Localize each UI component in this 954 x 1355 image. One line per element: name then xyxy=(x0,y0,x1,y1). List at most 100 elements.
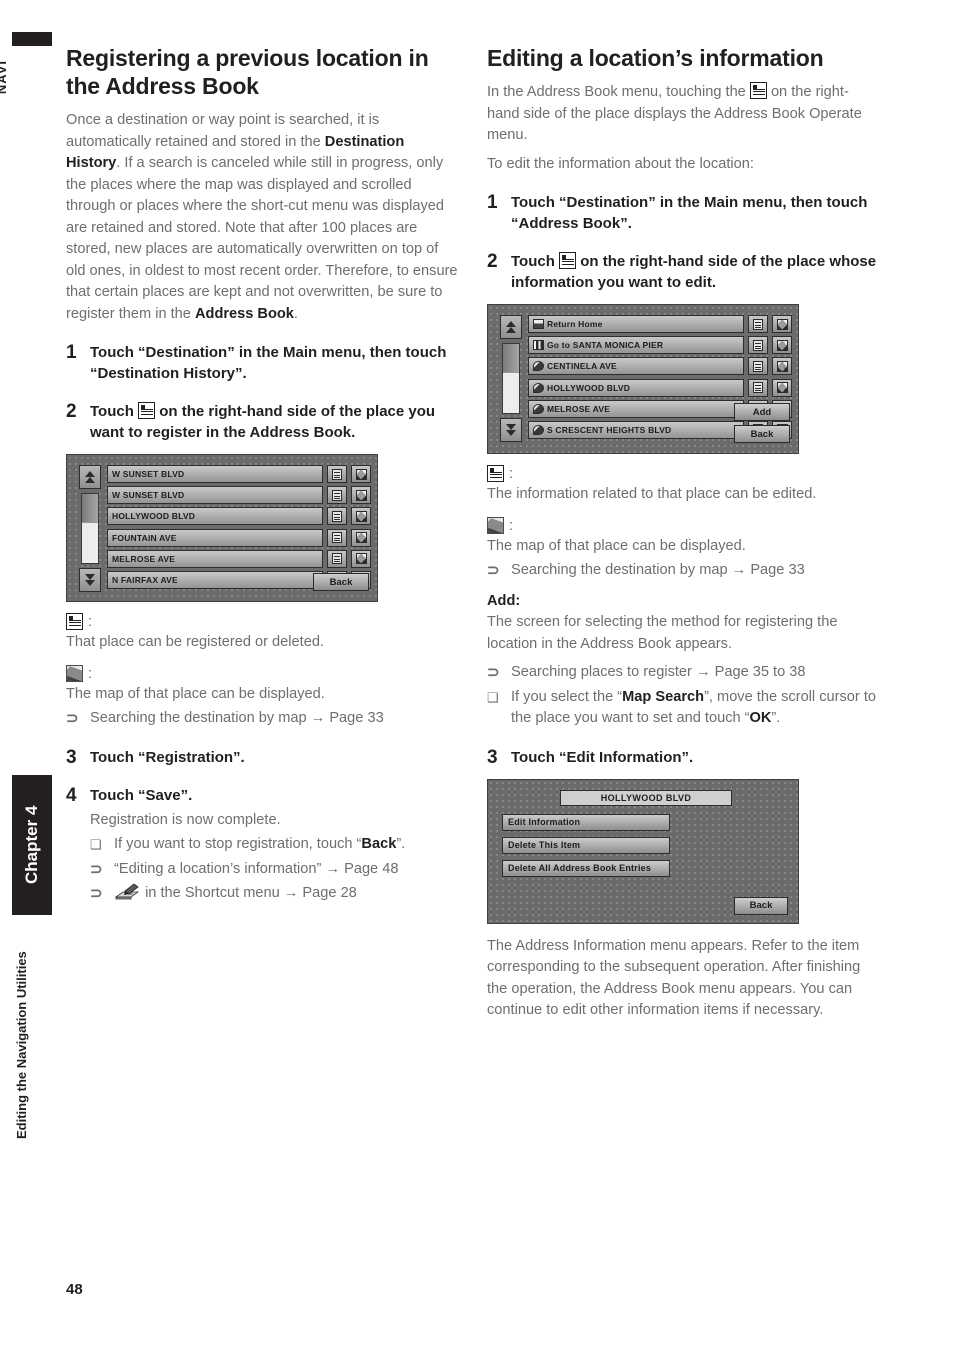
row-map-button[interactable] xyxy=(772,315,792,333)
place-marker-icon xyxy=(533,382,544,393)
document-icon xyxy=(487,465,504,482)
menu-item-delete-all-entries[interactable]: Delete All Address Book Entries xyxy=(502,859,670,877)
scroll-down-button[interactable] xyxy=(500,418,522,442)
map-icon xyxy=(776,318,788,330)
cross-reference-editing-location: “Editing a location’s information” → Pag… xyxy=(90,859,458,881)
cross-reference-searching-text: Searching places to register → Page 35 t… xyxy=(511,664,806,680)
row-map-button[interactable] xyxy=(772,357,792,376)
list-item[interactable]: FOUNTAIN AVE xyxy=(107,528,371,547)
list-item-label[interactable]: Go to SANTA MONICA PIER xyxy=(528,336,744,355)
left-step-1-number: 1 xyxy=(66,342,77,363)
scroll-up-button[interactable] xyxy=(500,315,522,339)
scrollbar-track[interactable] xyxy=(81,493,99,564)
back-button[interactable]: Back xyxy=(313,573,369,591)
right-step-3: 3 Touch “Edit Information”. xyxy=(487,747,879,768)
map-icon xyxy=(66,664,83,682)
chevron-down-icon xyxy=(85,580,95,586)
scrollbar-upper xyxy=(82,494,98,522)
row-map-button[interactable] xyxy=(351,549,371,568)
left-column: Registering a previous location in the A… xyxy=(66,44,458,905)
row-map-button[interactable] xyxy=(772,336,792,355)
scrollbar-thumb[interactable] xyxy=(503,372,519,413)
scrollbar-thumb[interactable] xyxy=(82,522,98,563)
list-item-label[interactable]: MELROSE AVE xyxy=(107,549,323,568)
list-item[interactable]: MELROSE AVE xyxy=(107,549,371,568)
right-final-paragraph: The Address Information menu appears. Re… xyxy=(487,937,861,1019)
right-map-icon-definition-header: : xyxy=(487,516,879,534)
row-info-button[interactable] xyxy=(327,465,347,483)
right-step-3-number: 3 xyxy=(487,746,498,768)
list-item-label[interactable]: HOLLYWOOD BLVD xyxy=(528,378,744,397)
document-icon xyxy=(749,82,767,99)
place-marker-icon xyxy=(533,403,544,414)
row-info-button[interactable] xyxy=(748,315,768,333)
right-step-1: 1 Touch “Destination” in the Main menu, … xyxy=(487,192,879,234)
row-map-button[interactable] xyxy=(351,465,371,483)
list-item-label[interactable]: MELROSE AVE xyxy=(528,399,744,418)
row-map-button[interactable] xyxy=(351,528,371,547)
left-step-4: 4 Touch “Save”. xyxy=(66,785,458,806)
row-map-button[interactable] xyxy=(351,486,371,505)
map-icon xyxy=(776,339,788,351)
chevron-down-icon xyxy=(506,430,516,436)
left-step-2: 2 Touch on the right-hand side of the pl… xyxy=(66,401,458,443)
row-info-button[interactable] xyxy=(327,528,347,547)
chapter-label: Chapter 4 xyxy=(22,805,41,885)
document-icon-definition-header: : xyxy=(66,613,458,630)
right-document-icon-definition-text: The information related to that place ca… xyxy=(487,486,817,502)
row-map-button[interactable] xyxy=(772,378,792,397)
reference-arrow-icon xyxy=(487,662,511,684)
scroll-control[interactable] xyxy=(79,465,101,592)
left-step-3-text: Touch “Registration”. xyxy=(90,748,245,766)
list-item[interactable]: HOLLYWOOD BLVD xyxy=(528,378,792,397)
list-item-text: CENTINELA AVE xyxy=(547,361,617,372)
reference-arrow-icon xyxy=(487,560,511,582)
list-item-label[interactable]: N FAIRFAX AVE xyxy=(107,570,323,589)
list-item-text: Go to SANTA MONICA PIER xyxy=(547,340,664,351)
back-button[interactable]: Back xyxy=(734,425,790,443)
row-info-button[interactable] xyxy=(748,336,768,355)
note-stop-registration-text: If you want to stop registration, touch … xyxy=(114,834,405,856)
checkered-flag-icon xyxy=(533,340,544,351)
menu-item-delete-this-item[interactable]: Delete This Item xyxy=(502,836,670,854)
note-bold-ok: OK xyxy=(749,710,772,726)
right-cross-reference-text: Searching the destination by map → Page … xyxy=(511,562,805,578)
document-icon xyxy=(66,613,83,630)
row-info-button[interactable] xyxy=(748,357,768,376)
list-item-label[interactable]: W SUNSET BLVD xyxy=(107,486,323,505)
cross-reference-map-search: Searching the destination by map → Page … xyxy=(66,708,458,730)
row-info-button[interactable] xyxy=(748,378,768,397)
row-info-button[interactable] xyxy=(327,486,347,505)
list-item[interactable]: W SUNSET BLVD xyxy=(107,486,371,505)
list-item-label[interactable]: HOLLYWOOD BLVD xyxy=(107,507,323,526)
right-step-2-text-before: Touch xyxy=(511,253,555,270)
list-item[interactable]: CENTINELA AVE xyxy=(528,357,792,376)
scroll-control[interactable] xyxy=(500,315,522,442)
scroll-up-button[interactable] xyxy=(79,465,101,489)
map-icon xyxy=(355,532,367,544)
add-definition-label: Add: xyxy=(487,592,521,609)
list-item-label[interactable]: FOUNTAIN AVE xyxy=(107,528,323,547)
right-step-3-text: Touch “Edit Information”. xyxy=(511,748,694,766)
list-item[interactable]: Return Home xyxy=(528,315,792,333)
list-item-label[interactable]: CENTINELA AVE xyxy=(528,357,744,376)
list-item-label[interactable]: W SUNSET BLVD xyxy=(107,465,323,483)
document-icon xyxy=(332,532,342,544)
scroll-down-button[interactable] xyxy=(79,568,101,592)
list-item[interactable]: Go to SANTA MONICA PIER xyxy=(528,336,792,355)
list-item[interactable]: W SUNSET BLVD xyxy=(107,465,371,483)
menu-item-edit-information[interactable]: Edit Information xyxy=(502,813,670,831)
back-button[interactable]: Back xyxy=(734,896,788,915)
row-info-button[interactable] xyxy=(327,549,347,568)
list-item[interactable]: HOLLYWOOD BLVD xyxy=(107,507,371,526)
list-item-label[interactable]: S CRESCENT HEIGHTS BLVD xyxy=(528,420,744,439)
reference-arrow-icon xyxy=(90,883,114,905)
list-item-label[interactable]: Return Home xyxy=(528,315,744,333)
row-info-button[interactable] xyxy=(327,507,347,526)
note-map-search: If you select the “Map Search”, move the… xyxy=(487,687,879,730)
scrollbar-track[interactable] xyxy=(502,343,520,414)
right-document-icon-definition: : The information related to that place … xyxy=(487,465,879,506)
row-map-button[interactable] xyxy=(351,507,371,526)
add-button[interactable]: Add xyxy=(734,403,790,421)
document-icon xyxy=(753,360,763,372)
